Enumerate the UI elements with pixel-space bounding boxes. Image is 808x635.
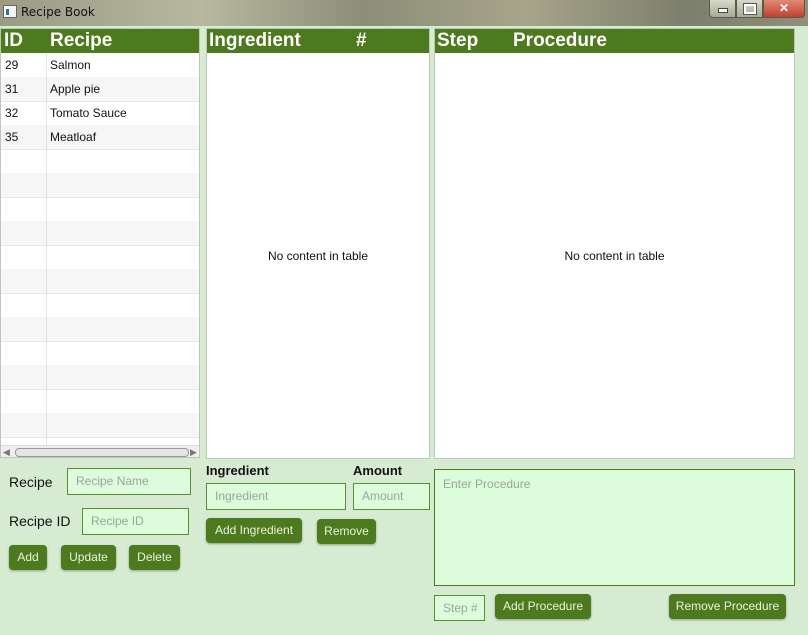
recipe-name-cell: Apple pie [50, 82, 101, 96]
maximize-button[interactable] [736, 0, 763, 18]
recipe-id-cell: 31 [5, 82, 19, 96]
add-ingredient-button[interactable]: Add Ingredient [206, 518, 302, 543]
column-header-step[interactable]: Step [437, 29, 478, 53]
empty-table-row [1, 245, 199, 270]
remove-ingredient-button[interactable]: Remove [317, 519, 376, 544]
recipe-name-label: Recipe [9, 474, 53, 490]
recipe-id-cell: 35 [5, 130, 19, 144]
recipes-horizontal-scrollbar[interactable]: ◀ ▶ [1, 445, 199, 457]
amount-input[interactable]: Amount [353, 483, 430, 510]
close-icon: ✕ [778, 1, 790, 15]
close-button[interactable]: ✕ [763, 0, 805, 18]
empty-table-row [1, 341, 199, 366]
scroll-right-icon[interactable]: ▶ [190, 446, 197, 458]
recipe-name-cell: Salmon [50, 58, 91, 72]
recipe-name-cell: Meatloaf [50, 130, 97, 144]
empty-table-row [1, 293, 199, 318]
empty-table-row [1, 173, 199, 198]
empty-table-row [1, 389, 199, 414]
ingredients-table-header: Ingredient # [207, 29, 429, 53]
maximize-icon [742, 3, 757, 15]
column-header-ingredient[interactable]: Ingredient [209, 29, 301, 53]
column-header-procedure[interactable]: Procedure [513, 29, 607, 53]
column-header-recipe[interactable]: Recipe [50, 29, 112, 53]
update-recipe-button[interactable]: Update [61, 545, 116, 570]
procedure-table-header: Step Procedure [435, 29, 794, 53]
recipe-name-input[interactable]: Recipe Name [67, 468, 191, 495]
scroll-left-icon[interactable]: ◀ [3, 446, 10, 458]
table-row[interactable]: 32 Tomato Sauce [1, 101, 199, 126]
empty-table-row [1, 269, 199, 294]
window-title: Recipe Book [21, 5, 95, 19]
table-row[interactable]: 29 Salmon [1, 53, 199, 78]
empty-table-row [1, 197, 199, 222]
column-divider [46, 53, 47, 445]
minimize-icon [717, 8, 728, 13]
recipe-id-cell: 32 [5, 106, 19, 120]
empty-table-row [1, 365, 199, 390]
empty-table-row [1, 149, 199, 174]
recipes-table[interactable]: ID Recipe 29 Salmon 31 Apple pie 32 Tomato Sa… [0, 28, 200, 458]
empty-table-row [1, 317, 199, 342]
column-header-amount[interactable]: # [356, 29, 367, 53]
table-row[interactable]: 35 Meatloaf [1, 125, 199, 150]
ingredients-table[interactable]: Ingredient # No content in table [206, 28, 430, 459]
remove-procedure-button[interactable]: Remove Procedure [669, 594, 786, 619]
app-icon [3, 5, 17, 18]
table-row[interactable]: 31 Apple pie [1, 77, 199, 102]
ingredient-input[interactable]: Ingredient [206, 483, 346, 510]
empty-table-row [1, 413, 199, 438]
add-recipe-button[interactable]: Add [9, 545, 47, 570]
minimize-button[interactable] [709, 0, 736, 18]
recipes-table-header: ID Recipe [1, 29, 199, 53]
recipe-id-label: Recipe ID [9, 513, 71, 529]
procedure-table[interactable]: Step Procedure No content in table [434, 28, 795, 459]
ingredients-empty-message: No content in table [267, 249, 369, 263]
delete-recipe-button[interactable]: Delete [129, 545, 180, 570]
empty-table-row [1, 221, 199, 246]
recipe-id-cell: 29 [5, 58, 19, 72]
window-title-bar[interactable]: Recipe Book ✕ [0, 0, 808, 26]
procedure-empty-message: No content in table [564, 249, 665, 263]
ingredient-label: Ingredient [206, 463, 269, 478]
scrollbar-thumb[interactable] [15, 448, 189, 457]
step-number-input[interactable]: Step # [434, 595, 485, 621]
recipe-id-input[interactable]: Recipe ID [82, 508, 189, 535]
procedure-textarea[interactable]: Enter Procedure [434, 469, 795, 586]
add-procedure-button[interactable]: Add Procedure [495, 594, 591, 619]
recipe-name-cell: Tomato Sauce [50, 106, 127, 120]
amount-label: Amount [353, 463, 403, 478]
column-header-id[interactable]: ID [4, 29, 23, 53]
